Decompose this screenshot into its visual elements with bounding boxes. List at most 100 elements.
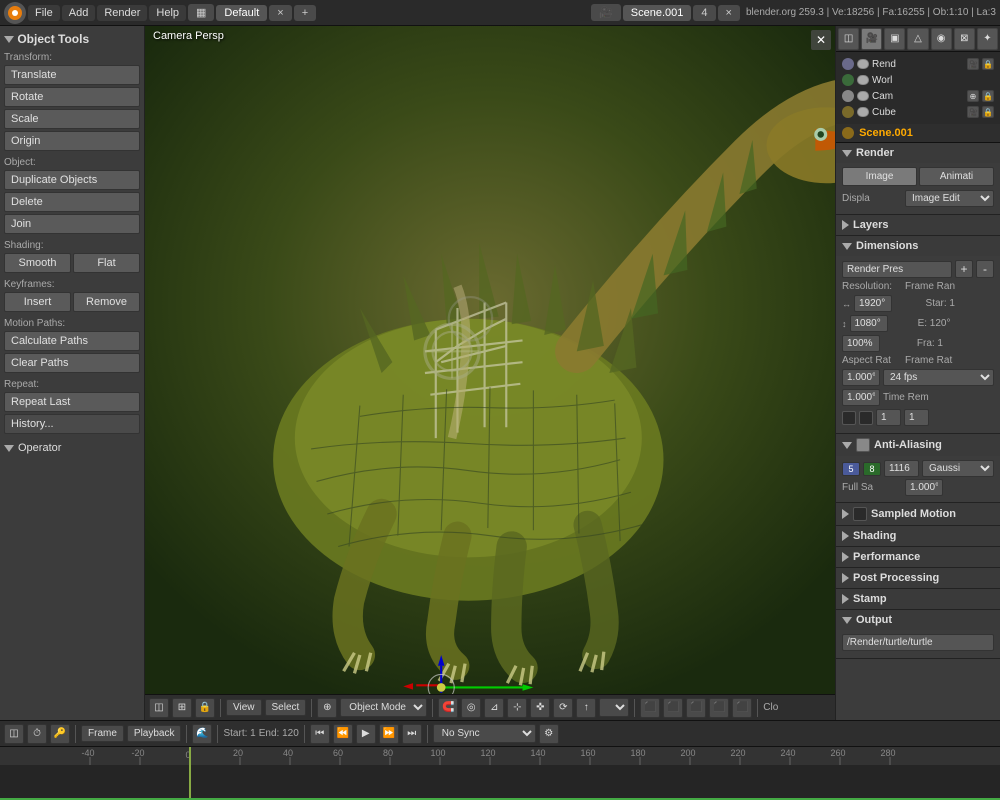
tl-prev-frame-icon[interactable]: ⏪: [333, 724, 353, 744]
rp-icon-object[interactable]: ▣: [884, 28, 905, 50]
tree-row-cam[interactable]: Cam ⊕ 🔒: [840, 88, 996, 104]
history-btn[interactable]: History...: [4, 414, 140, 434]
object-mode-select[interactable]: Object Mode Edit Mode Sculpt Mode: [340, 698, 427, 717]
scene-eye-icon[interactable]: [857, 59, 869, 69]
vt-grid-icon[interactable]: ⊞: [172, 698, 192, 718]
layer2-icon[interactable]: ⬛: [663, 698, 683, 718]
sync-select[interactable]: No Sync AV Sync Frame Dropping: [433, 724, 536, 743]
world-eye-icon[interactable]: [857, 75, 869, 85]
preset-add-btn[interactable]: +: [955, 260, 973, 278]
aa-filter-val-input[interactable]: [905, 479, 943, 496]
percent-input[interactable]: [842, 335, 880, 352]
render-section-header[interactable]: Render: [836, 143, 1000, 163]
layer1-icon[interactable]: ⬛: [640, 698, 660, 718]
manip2-icon[interactable]: ⟳: [553, 698, 573, 718]
tl-clock-icon[interactable]: ⏱: [27, 724, 47, 744]
operator-header[interactable]: Operator: [4, 442, 140, 454]
output-path-input[interactable]: [842, 634, 994, 651]
insert-btn[interactable]: Insert: [4, 292, 71, 312]
delete-btn[interactable]: Delete: [4, 192, 140, 212]
aa-checkbox[interactable]: [856, 438, 870, 452]
scene-lock-icon[interactable]: 🔒: [982, 58, 994, 70]
tree-row-scene[interactable]: Rend 🎥 🔒: [840, 56, 996, 72]
rp-icon-texture[interactable]: ⊠: [954, 28, 975, 50]
layer5-icon[interactable]: ⬛: [732, 698, 752, 718]
tl-skip-start-icon[interactable]: ⏮: [310, 724, 330, 744]
checkbox2[interactable]: [859, 411, 873, 425]
aa-val1[interactable]: 5: [842, 462, 860, 476]
output-header[interactable]: Output: [836, 610, 1000, 630]
performance-header[interactable]: Performance: [836, 547, 1000, 567]
rp-icon-render[interactable]: 🎥: [861, 28, 882, 50]
vt-lock-icon[interactable]: 🔒: [195, 698, 215, 718]
anti-aliasing-header[interactable]: Anti-Aliasing: [836, 434, 1000, 456]
animation-render-btn[interactable]: Animati: [919, 167, 994, 186]
tab-plus[interactable]: +: [294, 5, 316, 21]
duplicate-objects-btn[interactable]: Duplicate Objects: [4, 170, 140, 190]
smooth-btn[interactable]: Smooth: [4, 253, 71, 273]
tl-play-icon[interactable]: ▶: [356, 724, 376, 744]
tl-key-icon[interactable]: 🔑: [50, 724, 70, 744]
cursor-icon[interactable]: ⊕: [317, 698, 337, 718]
render-preset-input[interactable]: [842, 261, 952, 278]
tl-layout-icon[interactable]: ◫: [4, 724, 24, 744]
layers-section-header[interactable]: Layers: [836, 215, 1000, 235]
join-btn[interactable]: Join: [4, 214, 140, 234]
preset-remove-btn[interactable]: -: [976, 260, 994, 278]
menu-render[interactable]: Render: [97, 5, 147, 21]
cam-icon[interactable]: 🎥: [591, 4, 621, 21]
proportional-icon[interactable]: ◎: [461, 698, 481, 718]
shading-header[interactable]: Shading: [836, 526, 1000, 546]
rp-icon-mesh[interactable]: △: [907, 28, 928, 50]
cube-lock-icon[interactable]: 🔒: [982, 106, 994, 118]
manip3-icon[interactable]: ↑: [576, 698, 596, 718]
frame-close[interactable]: ×: [718, 5, 740, 21]
viewport[interactable]: Camera Persp ✕: [145, 26, 835, 720]
rotate-btn[interactable]: Rotate: [4, 87, 140, 107]
tl-skip-end-icon[interactable]: ⏭: [402, 724, 422, 744]
time2-input[interactable]: [904, 409, 929, 426]
viewport-settings-btn[interactable]: ✕: [811, 30, 831, 50]
rp-icon-particles[interactable]: ✦: [977, 28, 998, 50]
cam-eye-icon[interactable]: [857, 91, 869, 101]
view-menu[interactable]: View: [226, 699, 262, 716]
timeline-content[interactable]: -40 -20 0 20 40 60 80 100 120 140: [0, 747, 1000, 800]
aa-val2[interactable]: 8: [863, 462, 881, 476]
cube-cam-icon[interactable]: 🎥: [967, 106, 979, 118]
scale-btn[interactable]: Scale: [4, 109, 140, 129]
menu-file[interactable]: File: [28, 5, 60, 21]
height-input[interactable]: [850, 315, 888, 332]
tree-row-cube[interactable]: Cube 🎥 🔒: [840, 104, 996, 120]
layout-tab-default[interactable]: Default: [216, 5, 267, 21]
aa-threshold-input[interactable]: [884, 460, 919, 477]
stamp-header[interactable]: Stamp: [836, 589, 1000, 609]
aspect-y-input[interactable]: [842, 389, 880, 406]
layout-tab-icon[interactable]: ▦: [188, 4, 214, 21]
repeat-last-btn[interactable]: Repeat Last: [4, 392, 140, 412]
cube-eye-icon[interactable]: [857, 107, 869, 117]
cam-lock-icon[interactable]: 🔒: [982, 90, 994, 102]
clear-paths-btn[interactable]: Clear Paths: [4, 353, 140, 373]
sm-checkbox[interactable]: [853, 507, 867, 521]
rp-icon-material[interactable]: ◉: [931, 28, 952, 50]
translate-btn[interactable]: Translate: [4, 65, 140, 85]
tl-next-frame-icon[interactable]: ⏩: [379, 724, 399, 744]
time1-input[interactable]: [876, 409, 901, 426]
sampled-motion-header[interactable]: Sampled Motion: [836, 503, 1000, 525]
aspect-x-input[interactable]: [842, 369, 880, 386]
tl-anim-icon[interactable]: 🌊: [192, 724, 212, 744]
rp-icon-view[interactable]: ◫: [838, 28, 859, 50]
dimensions-section-header[interactable]: Dimensions: [836, 236, 1000, 256]
layer3-icon[interactable]: ⬛: [686, 698, 706, 718]
snap-icon[interactable]: 🧲: [438, 698, 458, 718]
image-render-btn[interactable]: Image: [842, 167, 917, 186]
menu-add[interactable]: Add: [62, 5, 96, 21]
aa-filter-select[interactable]: Gaussi Box Tent: [922, 460, 994, 477]
remove-btn[interactable]: Remove: [73, 292, 140, 312]
transform-select[interactable]: Global: [599, 698, 629, 717]
checkbox1[interactable]: [842, 411, 856, 425]
tab-close[interactable]: ×: [269, 5, 291, 21]
display-select[interactable]: Image Edit: [905, 190, 994, 207]
select-menu[interactable]: Select: [265, 699, 307, 716]
cam-cursor-icon[interactable]: ⊕: [967, 90, 979, 102]
